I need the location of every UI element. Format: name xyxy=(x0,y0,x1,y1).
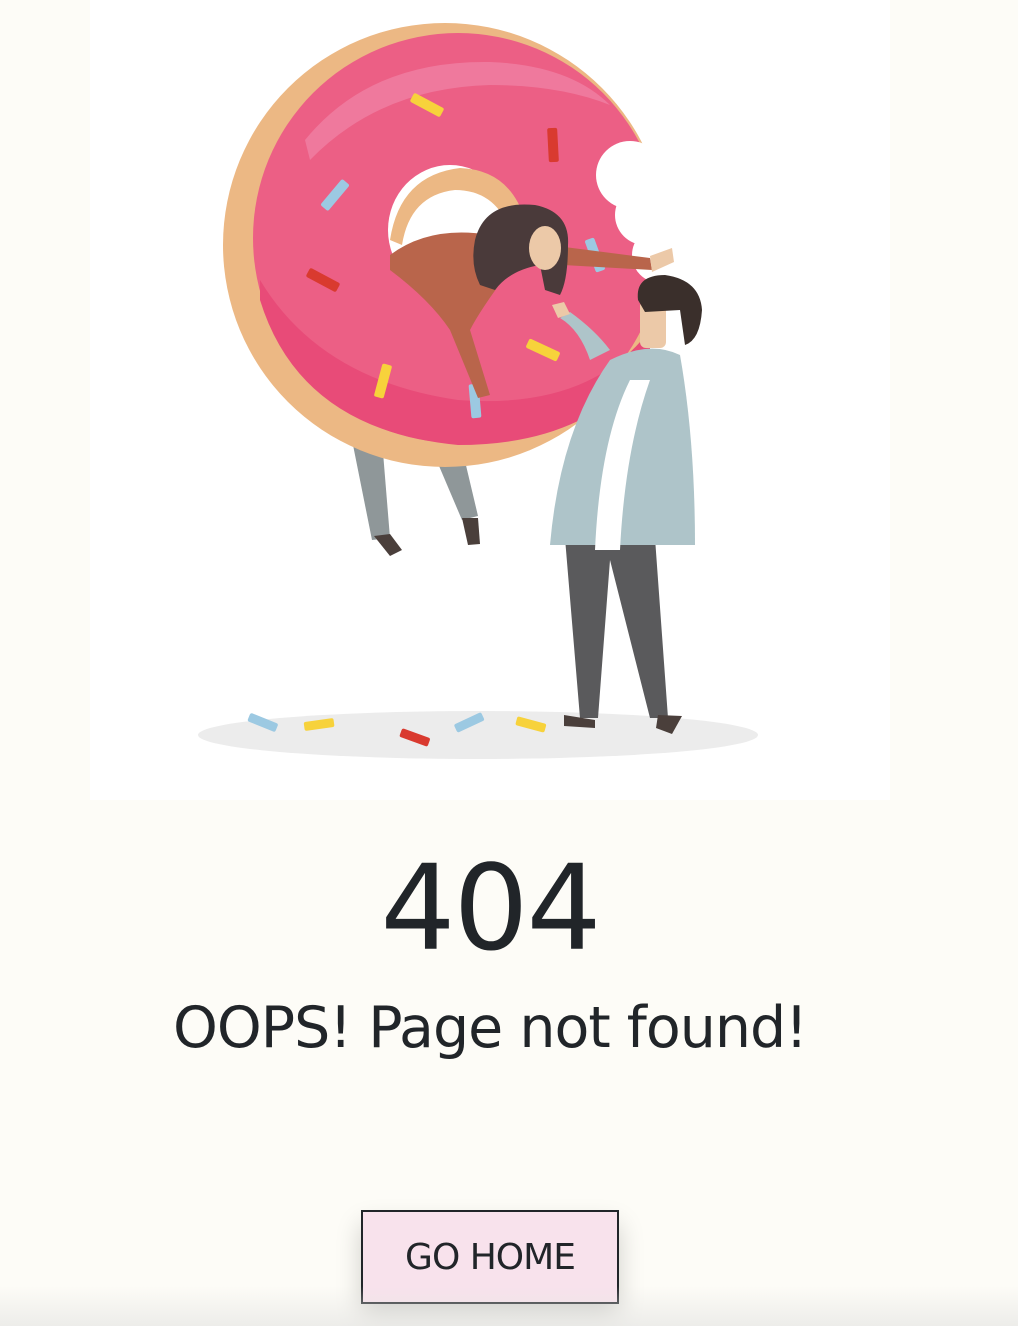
not-found-page: 404 OOPS! Page not found! GO HOME xyxy=(0,0,1018,1326)
donut-illustration xyxy=(90,0,890,800)
man-legs xyxy=(565,538,668,718)
go-home-label: GO HOME xyxy=(405,1236,576,1278)
error-message: OOPS! Page not found! xyxy=(172,995,808,1061)
error-code: 404 xyxy=(380,839,601,977)
bottom-fade xyxy=(0,1286,1018,1326)
